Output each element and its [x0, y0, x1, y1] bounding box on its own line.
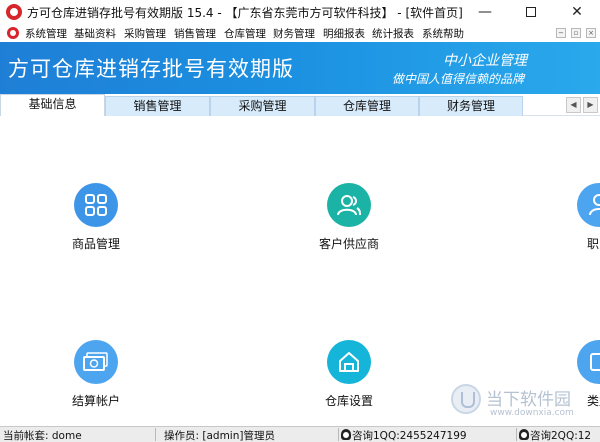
tile-label: 客户供应商: [318, 237, 379, 251]
watermark-logo-icon: [451, 384, 481, 414]
tile-label: 仓库设置: [324, 394, 373, 408]
app-logo-icon: [6, 4, 22, 20]
tab-scroll-left-icon[interactable]: ◀: [566, 97, 581, 113]
menu-detail-reports[interactable]: 明细报表: [323, 26, 365, 41]
users-icon: [327, 183, 371, 227]
menu-sales[interactable]: 销售管理: [174, 26, 216, 41]
status-qq1[interactable]: 咨询1QQ:2455247199: [341, 428, 467, 442]
mdi-restore-button[interactable]: ▫: [571, 28, 581, 38]
tile-staff[interactable]: 职员: [554, 183, 600, 252]
tile-label: 商品管理: [71, 237, 120, 251]
watermark-site-name: 当下软件园: [486, 390, 571, 410]
minimize-icon: —: [478, 4, 492, 20]
tile-customers-suppliers[interactable]: 客户供应商: [304, 183, 394, 252]
tile-label: 结算帐户: [71, 394, 120, 408]
menu-bar: 系统管理 基础资料 采购管理 销售管理 仓库管理 财务管理 明细报表 统计报表 …: [0, 24, 600, 42]
person-icon: [577, 183, 600, 227]
tile-warehouse-settings[interactable]: 仓库设置: [304, 340, 394, 409]
qq-icon: [341, 429, 351, 440]
header-banner: 方可仓库进销存批号有效期版 中小企业管理 做中国人值得信赖的品牌: [0, 42, 600, 94]
module-tabs: 基础信息 销售管理 采购管理 仓库管理 财务管理 ◀ ▶: [0, 94, 600, 117]
tab-warehouse[interactable]: 仓库管理: [315, 96, 419, 116]
tile-product-management[interactable]: 商品管理: [51, 183, 141, 252]
maximize-button[interactable]: [508, 0, 554, 24]
banner-slogan-primary: 中小企业管理: [443, 53, 527, 69]
minimize-button[interactable]: —: [462, 0, 508, 24]
status-divider: [516, 428, 517, 441]
status-account: 当前帐套: dome: [3, 430, 82, 442]
close-icon: ✕: [571, 4, 583, 20]
tab-scroll-right-icon[interactable]: ▶: [583, 97, 598, 113]
tab-sales[interactable]: 销售管理: [105, 96, 210, 116]
mdi-close-button[interactable]: ×: [586, 28, 596, 38]
tab-purchase[interactable]: 采购管理: [210, 96, 315, 116]
qq-icon: [519, 429, 529, 440]
close-button[interactable]: ✕: [554, 0, 600, 24]
banner-slogan-secondary: 做中国人值得信赖的品牌: [392, 72, 525, 86]
module-panel: 商品管理 客户供应商 职员: [0, 116, 600, 426]
status-bar: 当前帐套: dome 操作员: [admin]管理员 咨询1QQ:2455247…: [0, 426, 600, 442]
menu-warehouse[interactable]: 仓库管理: [224, 26, 266, 41]
watermark-site-url: www.downxia.com: [490, 408, 574, 418]
banner-title: 方可仓库进销存批号有效期版: [8, 57, 294, 81]
grid-icon: [74, 183, 118, 227]
status-divider: [155, 428, 156, 441]
menu-help[interactable]: 系统帮助: [422, 26, 464, 41]
system-menu-icon[interactable]: [7, 27, 19, 39]
menu-system[interactable]: 系统管理: [25, 26, 67, 41]
mdi-minimize-button[interactable]: −: [556, 28, 566, 38]
status-qq2-text: 咨询2QQ:12: [530, 430, 592, 442]
status-divider: [338, 428, 339, 441]
status-qq2[interactable]: 咨询2QQ:12: [519, 428, 591, 442]
money-icon: [74, 340, 118, 384]
type-icon: [577, 340, 600, 384]
status-operator: 操作员: [admin]管理员: [164, 430, 275, 442]
tile-label: 职员: [586, 237, 600, 251]
status-qq1-text: 咨询1QQ:2455247199: [352, 430, 467, 442]
menu-purchase[interactable]: 采购管理: [124, 26, 166, 41]
menu-stat-reports[interactable]: 统计报表: [372, 26, 414, 41]
warehouse-icon: [327, 340, 371, 384]
tab-basic-info[interactable]: 基础信息: [0, 94, 105, 117]
tab-finance[interactable]: 财务管理: [419, 96, 523, 116]
menu-finance[interactable]: 财务管理: [273, 26, 315, 41]
title-bar: 方可仓库进销存批号有效期版 15.4 - 【广东省东莞市方可软件科技】 - [软…: [0, 0, 600, 24]
window-title: 方可仓库进销存批号有效期版 15.4 - 【广东省东莞市方可软件科技】 - [软…: [27, 6, 463, 20]
tile-settlement-accounts[interactable]: 结算帐户: [51, 340, 141, 409]
maximize-icon: [526, 7, 536, 17]
menu-basic-data[interactable]: 基础资料: [74, 26, 116, 41]
